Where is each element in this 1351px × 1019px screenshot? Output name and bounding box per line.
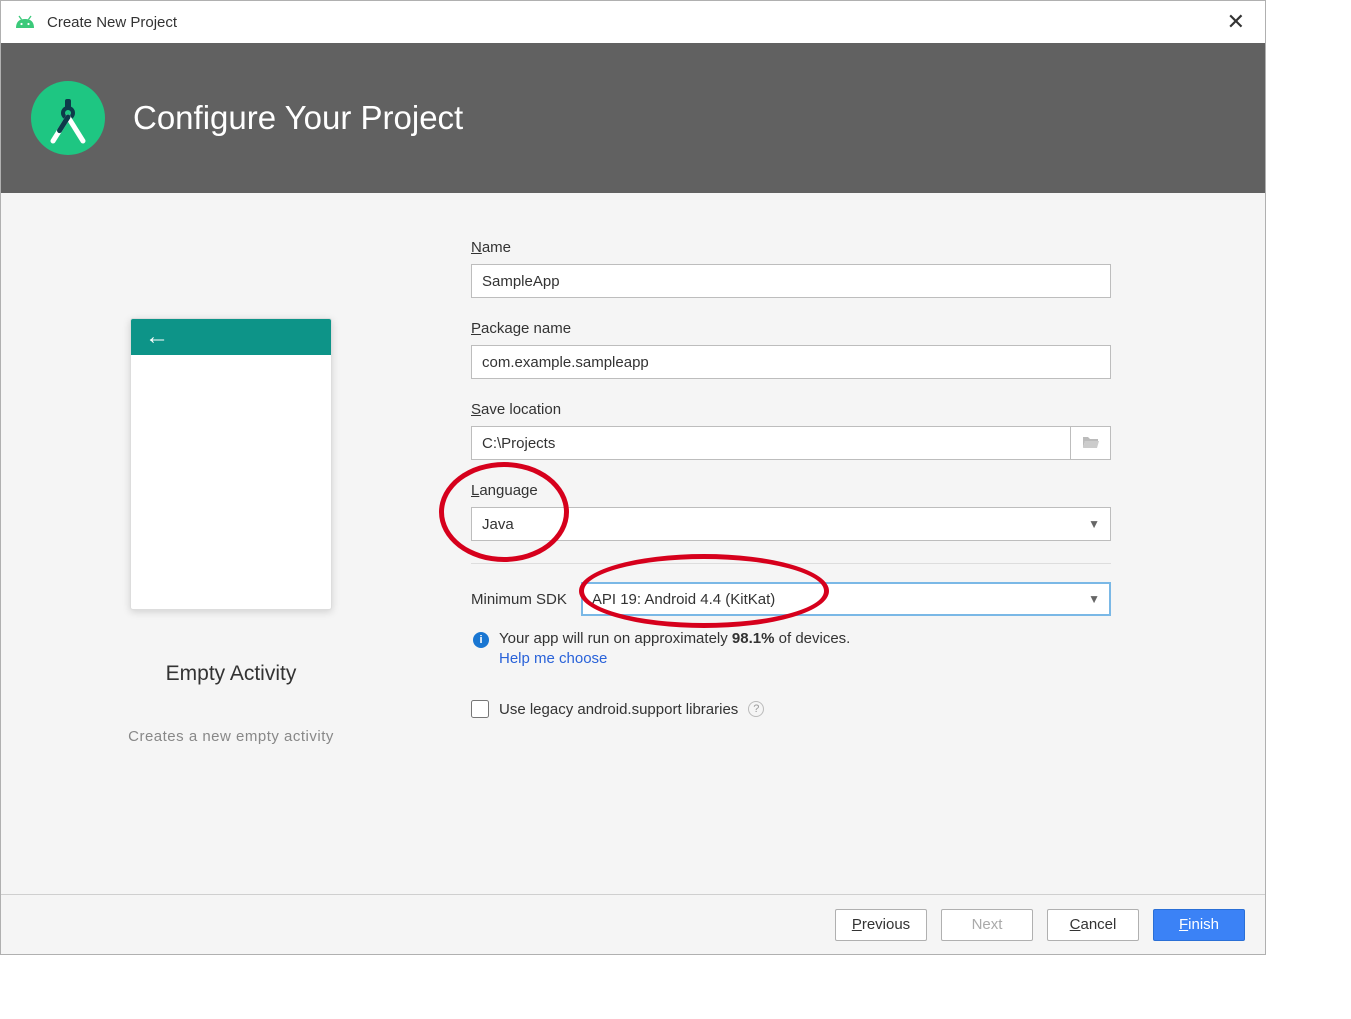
name-label: Name (471, 239, 1111, 256)
language-dropdown[interactable]: Java ▼ (471, 507, 1111, 541)
banner: Configure Your Project (1, 43, 1265, 193)
package-name-input[interactable] (471, 345, 1111, 379)
chevron-down-icon: ▼ (1088, 517, 1100, 531)
close-button[interactable]: ✕ (1217, 5, 1255, 39)
finish-button[interactable]: Finish (1153, 909, 1245, 941)
language-value: Java (482, 516, 514, 533)
template-name: Empty Activity (166, 662, 297, 686)
form-divider (471, 563, 1111, 564)
save-location-input[interactable] (471, 426, 1071, 460)
chevron-down-icon: ▼ (1088, 592, 1100, 606)
template-description: Creates a new empty activity (128, 728, 334, 745)
cancel-button[interactable]: Cancel (1047, 909, 1139, 941)
folder-open-icon (1082, 435, 1100, 452)
preview-appbar: ← (131, 319, 331, 355)
banner-heading: Configure Your Project (133, 99, 463, 137)
name-input[interactable] (471, 264, 1111, 298)
device-coverage-text: Your app will run on approximately 98.1%… (499, 630, 850, 647)
browse-folder-button[interactable] (1071, 426, 1111, 460)
minimum-sdk-dropdown[interactable]: API 19: Android 4.4 (KitKat) ▼ (581, 582, 1111, 616)
back-arrow-icon: ← (145, 323, 169, 351)
android-logo-icon (15, 15, 35, 29)
close-icon: ✕ (1227, 9, 1245, 34)
preview-column: ← Empty Activity Creates a new empty act… (61, 233, 401, 874)
info-icon: i (473, 632, 489, 648)
legacy-support-label: Use legacy android.support libraries (499, 701, 738, 718)
package-name-label: Package name (471, 320, 1111, 337)
titlebar: Create New Project ✕ (1, 1, 1265, 43)
android-studio-logo-icon (31, 81, 105, 155)
minimum-sdk-value: API 19: Android 4.4 (KitKat) (592, 591, 775, 608)
language-label: Language (471, 482, 1111, 499)
save-location-label: Save location (471, 401, 1111, 418)
template-preview: ← (130, 318, 332, 610)
help-icon[interactable]: ? (748, 701, 764, 717)
previous-button[interactable]: Previous (835, 909, 927, 941)
minimum-sdk-label: Minimum SDK (471, 591, 567, 608)
content-area: ← Empty Activity Creates a new empty act… (1, 193, 1265, 894)
window-title: Create New Project (47, 14, 177, 31)
footer-buttons: Previous Next Cancel Finish (1, 894, 1265, 954)
next-button: Next (941, 909, 1033, 941)
form-column: Name Package name Save location Language… (471, 233, 1111, 874)
legacy-support-checkbox[interactable] (471, 700, 489, 718)
help-me-choose-link[interactable]: Help me choose (499, 650, 607, 667)
